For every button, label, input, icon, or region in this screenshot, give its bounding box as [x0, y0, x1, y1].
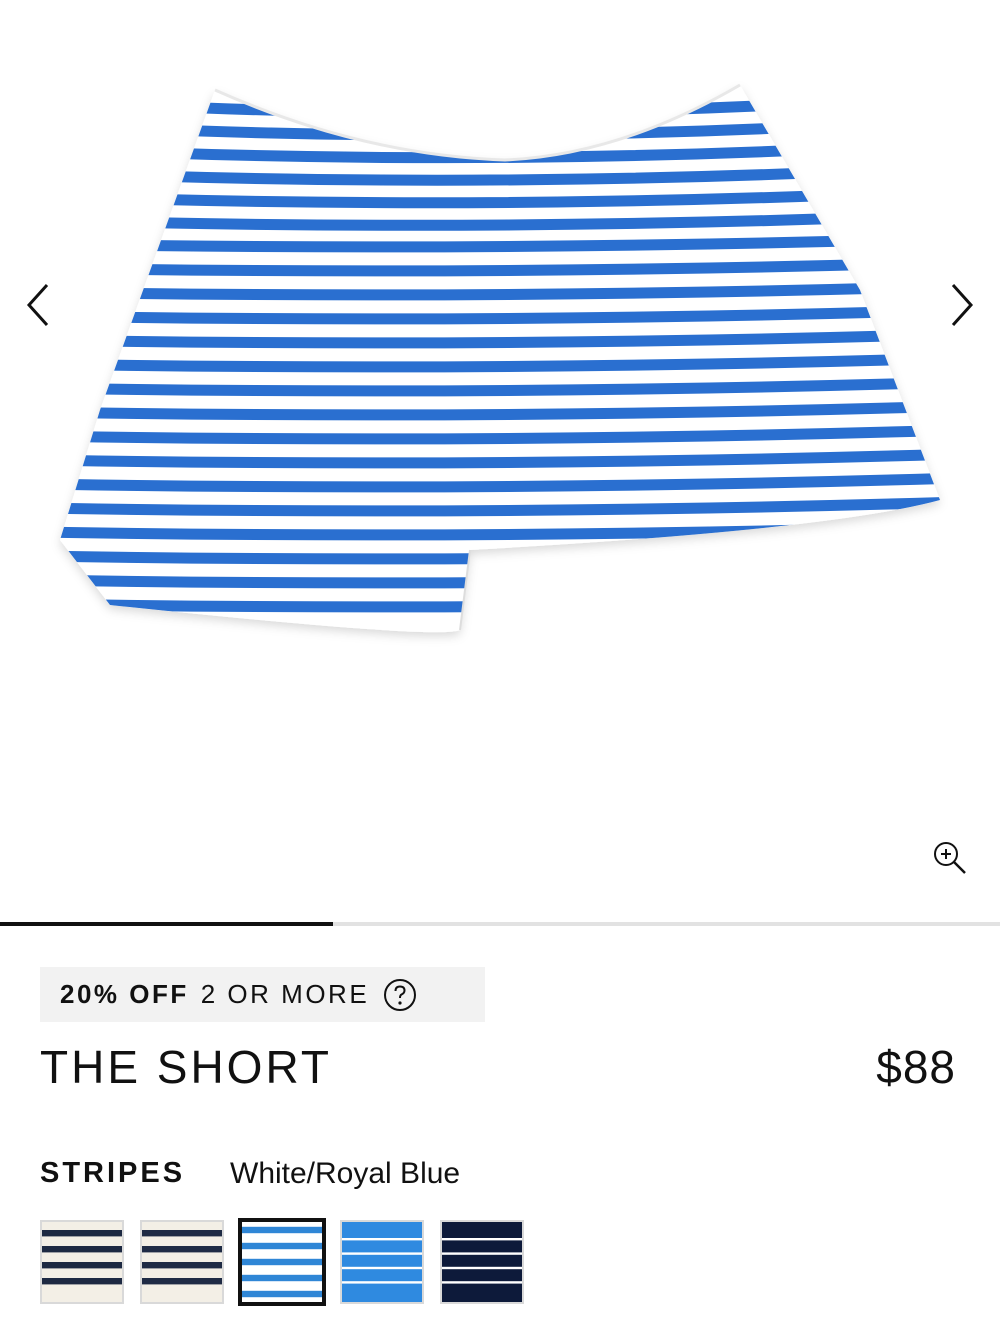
product-image — [60, 83, 940, 633]
shorts-stripe — [60, 112, 940, 141]
zoom-in-icon — [934, 842, 966, 874]
color-swatch[interactable] — [440, 1220, 524, 1304]
product-gallery — [0, 0, 1000, 920]
next-image-button[interactable] — [932, 270, 992, 340]
chevron-right-icon — [951, 283, 974, 327]
color-option-label: STRIPES — [40, 1157, 186, 1189]
chevron-left-icon — [26, 283, 49, 327]
gallery-progress-bar — [0, 922, 1000, 926]
previous-image-button[interactable] — [8, 270, 68, 340]
promo-badge: 20% OFF 2 OR MORE — [40, 967, 485, 1022]
selected-color-name: White/Royal Blue — [230, 1157, 461, 1190]
shorts-stripe — [60, 136, 940, 164]
gallery-progress-fill — [0, 922, 333, 926]
promo-condition: 2 OR MORE — [200, 979, 370, 1009]
color-swatch[interactable] — [340, 1220, 424, 1304]
shorts-stripe — [60, 88, 940, 119]
color-swatch[interactable] — [40, 1220, 124, 1304]
promo-discount: 20% OFF — [60, 979, 189, 1009]
color-swatch[interactable] — [238, 1218, 326, 1306]
product-price: $88 — [876, 1041, 956, 1093]
product-title: THE SHORT — [40, 1041, 332, 1093]
color-swatch[interactable] — [140, 1220, 224, 1304]
question-circle-icon[interactable] — [383, 978, 417, 1012]
zoom-button[interactable] — [928, 836, 972, 880]
